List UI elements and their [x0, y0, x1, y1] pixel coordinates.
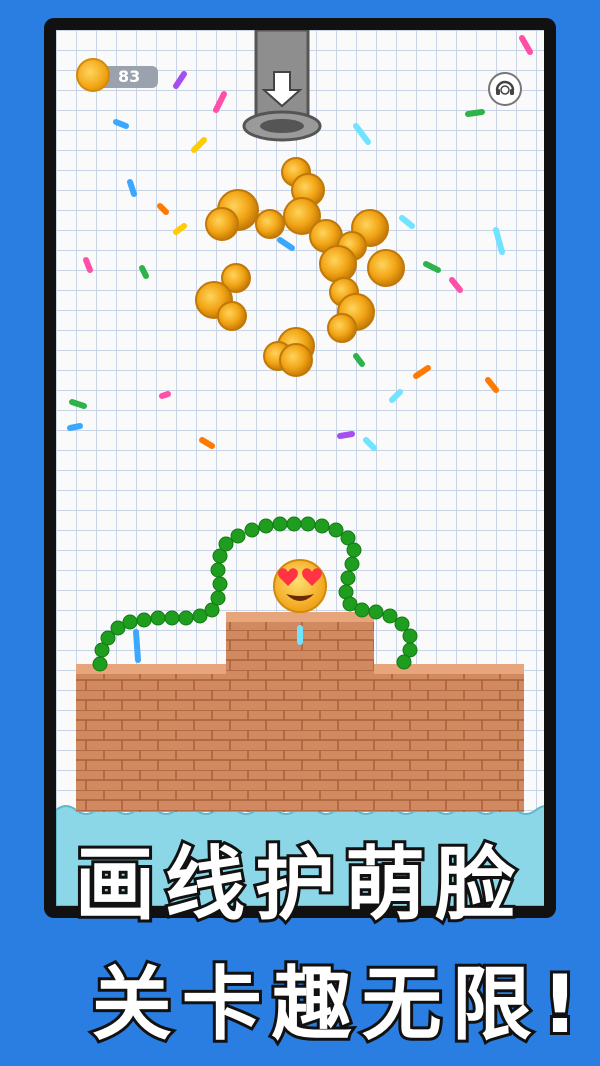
- promo-title-line-1: 画线护萌脸: [72, 835, 525, 934]
- game-scene: [56, 30, 544, 906]
- promo-title-line-2: 关卡趣无限!: [89, 955, 589, 1054]
- game-screen[interactable]: 83: [56, 30, 544, 906]
- pipe-icon: [242, 30, 322, 142]
- coin-count: 83: [118, 67, 141, 86]
- coins: [195, 157, 405, 377]
- headset-support-icon[interactable]: [488, 72, 522, 106]
- heart-eyes-emoji: [273, 559, 327, 613]
- coin-icon: [76, 58, 110, 92]
- headset-icon: [495, 80, 515, 95]
